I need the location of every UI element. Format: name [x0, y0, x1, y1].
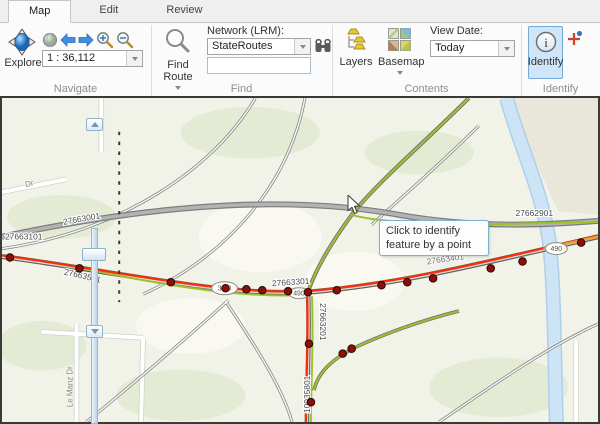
chevron-down-icon	[504, 47, 510, 51]
calibration-point-marker[interactable]	[348, 345, 356, 353]
calibration-point-marker[interactable]	[167, 279, 175, 287]
tooltip-line2: feature by a point	[386, 238, 482, 252]
ribbon-body: Explore	[0, 23, 600, 96]
identify-info-icon: i	[535, 31, 557, 53]
tab-bar: Map Edit Review	[0, 0, 600, 23]
calibration-point-marker[interactable]	[487, 265, 495, 273]
basemap-button-label: Basemap	[378, 56, 422, 68]
basemap-icon	[388, 28, 411, 51]
identify-button[interactable]: i Identify	[528, 26, 563, 79]
back-arrow-icon[interactable]	[60, 33, 76, 47]
identify-tooltip: Click to identify feature by a point	[379, 220, 489, 256]
triangle-up-icon	[91, 122, 99, 127]
route-label: 27663201	[318, 303, 328, 341]
calibration-point-marker[interactable]	[6, 254, 14, 262]
calibration-point-marker[interactable]	[284, 287, 292, 295]
calibration-point-marker[interactable]	[222, 284, 230, 292]
calibration-point-marker[interactable]	[307, 398, 315, 406]
calibration-point-marker[interactable]	[333, 286, 341, 294]
chevron-down-icon	[132, 57, 138, 61]
scale-combobox[interactable]: 1 : 36,112	[42, 50, 143, 67]
tab-review[interactable]: Review	[146, 0, 222, 21]
chevron-down-icon	[300, 45, 306, 49]
explore-button-label: Explore	[0, 57, 46, 69]
street-label: Le Manz Dr	[66, 366, 75, 407]
mouse-cursor-icon	[347, 195, 361, 215]
chevron-down-icon	[397, 71, 403, 75]
ribbon: Map Edit Review Explore	[0, 0, 600, 96]
view-date-value: Today	[431, 41, 498, 56]
calibration-point-marker[interactable]	[339, 350, 347, 358]
binoculars-icon[interactable]	[315, 39, 331, 53]
scale-dropdown-button[interactable]	[126, 51, 142, 66]
tab-map[interactable]: Map	[8, 0, 71, 23]
zoom-slider-thumb[interactable]	[82, 248, 106, 261]
calibration-point-marker[interactable]	[305, 340, 313, 348]
navigate-group-label: Navigate	[0, 83, 151, 95]
find-route-magnifier-icon	[165, 28, 191, 54]
svg-text:490: 490	[293, 291, 305, 298]
calibration-point-marker[interactable]	[243, 285, 251, 293]
calibration-point-marker[interactable]	[519, 258, 527, 266]
identify-group-label: Identify	[521, 83, 600, 95]
find-route-label-1: Find	[158, 59, 198, 71]
app-window: Map Edit Review Explore	[0, 0, 600, 424]
calibration-point-marker[interactable]	[304, 288, 312, 296]
explore-compass-icon	[8, 29, 36, 56]
view-date-label: View Date:	[430, 25, 483, 37]
route-label: 10035801	[302, 375, 312, 413]
network-lrm-combobox[interactable]: StateRoutes	[207, 38, 311, 55]
view-date-dropdown-button[interactable]	[498, 41, 514, 56]
triangle-down-icon	[91, 329, 99, 334]
layers-button-label: Layers	[338, 56, 374, 68]
scale-value: 1 : 36,112	[43, 51, 126, 66]
zoom-slider-down-button[interactable]	[86, 325, 103, 338]
calibration-point-marker[interactable]	[577, 239, 585, 247]
svg-text:490: 490	[550, 246, 562, 253]
layers-button[interactable]: Layers	[338, 28, 374, 86]
calibration-point-marker[interactable]	[258, 286, 266, 294]
view-date-combobox[interactable]: Today	[430, 40, 515, 57]
network-dropdown-button[interactable]	[294, 39, 310, 54]
find-route-label-2: Route	[158, 71, 198, 83]
route-input[interactable]	[207, 57, 311, 74]
find-route-button[interactable]: Find Route	[158, 28, 198, 88]
network-lrm-value: StateRoutes	[208, 39, 294, 54]
calibration-point-marker[interactable]	[404, 279, 412, 287]
zoom-out-icon[interactable]	[116, 31, 134, 49]
layers-icon	[344, 28, 368, 51]
svg-text:i: i	[544, 35, 548, 50]
explore-button[interactable]	[8, 29, 38, 57]
identify-route-characteristics-icon[interactable]	[566, 30, 583, 47]
calibration-point-marker[interactable]	[76, 265, 84, 273]
calibration-point-marker[interactable]	[378, 282, 386, 290]
tab-edit[interactable]: Edit	[79, 0, 138, 21]
map-viewport[interactable]: 490 3 90 490 27663001 27663101 27662901 …	[0, 96, 600, 424]
route-label: 27662901	[516, 208, 554, 218]
identify-button-label: Identify	[528, 56, 563, 68]
calibration-point-marker[interactable]	[429, 275, 437, 283]
forward-arrow-icon[interactable]	[78, 33, 94, 47]
find-group-label: Find	[151, 83, 332, 95]
route-label: 27663101	[5, 232, 43, 242]
zoom-slider-up-button[interactable]	[86, 118, 103, 131]
zoom-in-icon[interactable]	[96, 31, 114, 49]
contents-group-label: Contents	[332, 83, 521, 95]
globe-icon[interactable]	[42, 32, 58, 48]
tooltip-line1: Click to identify	[386, 224, 482, 238]
network-lrm-label: Network (LRM):	[207, 25, 284, 37]
